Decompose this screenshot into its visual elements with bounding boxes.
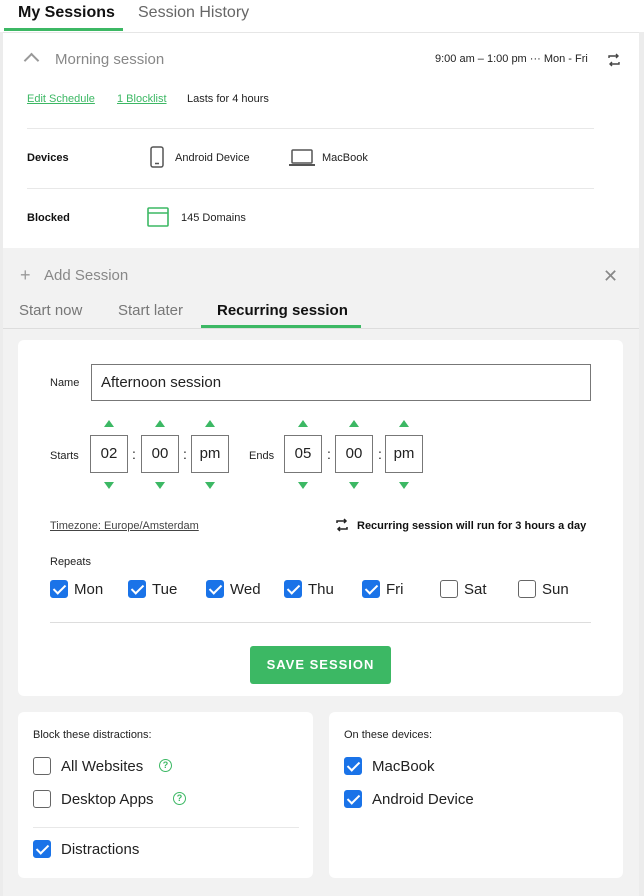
start-ampm-decrement[interactable] xyxy=(205,482,215,489)
tab-start-now[interactable]: Start now xyxy=(19,302,82,319)
tab-start-later[interactable]: Start later xyxy=(118,302,183,319)
tab-session-history[interactable]: Session History xyxy=(138,4,249,22)
distractions-title: Block these distractions: xyxy=(33,729,152,741)
device-macbook: MacBook xyxy=(322,152,368,164)
session-duration: Lasts for 4 hours xyxy=(187,93,269,105)
checkbox-tue[interactable] xyxy=(128,580,146,598)
colon: : xyxy=(183,446,187,462)
phone-icon xyxy=(150,146,164,168)
option-label: All Websites xyxy=(61,758,144,775)
end-min-decrement[interactable] xyxy=(349,482,359,489)
checkbox-desktop-apps[interactable] xyxy=(33,790,51,808)
start-hour-increment[interactable] xyxy=(104,420,114,427)
repeat-icon xyxy=(336,518,348,532)
start-ampm-input[interactable]: pm xyxy=(191,435,229,473)
day-label: Fri xyxy=(386,581,404,598)
browser-window-icon xyxy=(147,207,169,227)
edit-schedule-link[interactable]: Edit Schedule xyxy=(27,93,95,105)
recurring-note: Recurring session will run for 3 hours a… xyxy=(357,520,587,532)
active-tab-indicator xyxy=(4,28,123,31)
blocked-domains: 145 Domains xyxy=(181,212,246,224)
checkbox-fri[interactable] xyxy=(362,580,380,598)
name-label: Name xyxy=(50,377,80,389)
repeat-icon xyxy=(608,53,620,67)
tab-recurring-session[interactable]: Recurring session xyxy=(217,302,348,319)
divider xyxy=(50,622,591,623)
end-ampm-input[interactable]: pm xyxy=(385,435,423,473)
colon: : xyxy=(132,446,136,462)
start-min-decrement[interactable] xyxy=(155,482,165,489)
devices-label: Devices xyxy=(27,152,69,164)
close-icon[interactable]: ✕ xyxy=(603,266,618,287)
repeats-label: Repeats xyxy=(50,556,91,568)
start-ampm-increment[interactable] xyxy=(205,420,215,427)
option-label: Android Device xyxy=(372,791,474,808)
end-min-increment[interactable] xyxy=(349,420,359,427)
checkbox-android[interactable] xyxy=(344,790,362,808)
checkbox-macbook[interactable] xyxy=(344,757,362,775)
option-label: MacBook xyxy=(372,758,435,775)
device-android: Android Device xyxy=(175,152,250,164)
checkbox-thu[interactable] xyxy=(284,580,302,598)
checkbox-all-websites[interactable] xyxy=(33,757,51,775)
checkbox-sun[interactable] xyxy=(518,580,536,598)
start-min-increment[interactable] xyxy=(155,420,165,427)
divider xyxy=(27,188,594,189)
divider xyxy=(33,827,299,828)
start-hour-decrement[interactable] xyxy=(104,482,114,489)
save-session-button[interactable]: SAVE SESSION xyxy=(250,646,391,684)
end-min-input[interactable]: 00 xyxy=(335,435,373,473)
checkbox-sat[interactable] xyxy=(440,580,458,598)
start-hour-input[interactable]: 02 xyxy=(90,435,128,473)
end-ampm-increment[interactable] xyxy=(399,420,409,427)
day-label: Mon xyxy=(74,581,104,598)
day-label: Sat xyxy=(464,581,487,598)
active-subtab-indicator xyxy=(201,325,361,328)
session-name-input[interactable] xyxy=(91,364,591,401)
ends-label: Ends xyxy=(249,450,275,462)
blocked-label: Blocked xyxy=(27,212,70,224)
blocklist-link[interactable]: 1 Blocklist xyxy=(117,93,167,105)
day-label: Sun xyxy=(542,581,569,598)
end-hour-decrement[interactable] xyxy=(298,482,308,489)
add-session-title[interactable]: Add Session xyxy=(44,267,128,284)
day-label: Thu xyxy=(308,581,334,598)
devices-panel-title: On these devices: xyxy=(344,729,433,741)
end-ampm-decrement[interactable] xyxy=(399,482,409,489)
tabs-divider xyxy=(3,328,639,329)
starts-label: Starts xyxy=(50,450,79,462)
start-min-input[interactable]: 00 xyxy=(141,435,179,473)
checkbox-mon[interactable] xyxy=(50,580,68,598)
checkbox-distractions[interactable] xyxy=(33,840,51,858)
day-label: Tue xyxy=(152,581,178,598)
plus-icon[interactable]: + xyxy=(20,266,31,284)
tab-my-sessions[interactable]: My Sessions xyxy=(18,4,115,22)
day-label: Wed xyxy=(230,581,261,598)
end-hour-increment[interactable] xyxy=(298,420,308,427)
session-title: Morning session xyxy=(55,51,165,68)
help-icon[interactable]: ? xyxy=(173,792,186,805)
timezone-link[interactable]: Timezone: Europe/Amsterdam xyxy=(50,520,199,532)
session-time: 9:00 am – 1:00 pm ··· Mon - Fri xyxy=(435,53,588,65)
colon: : xyxy=(327,446,331,462)
colon: : xyxy=(378,446,382,462)
help-icon[interactable]: ? xyxy=(159,759,172,772)
end-hour-input[interactable]: 05 xyxy=(284,435,322,473)
option-label: Desktop Apps xyxy=(61,791,154,808)
checkbox-wed[interactable] xyxy=(206,580,224,598)
option-label: Distractions xyxy=(61,841,140,858)
laptop-icon xyxy=(289,149,315,166)
divider xyxy=(27,128,594,129)
